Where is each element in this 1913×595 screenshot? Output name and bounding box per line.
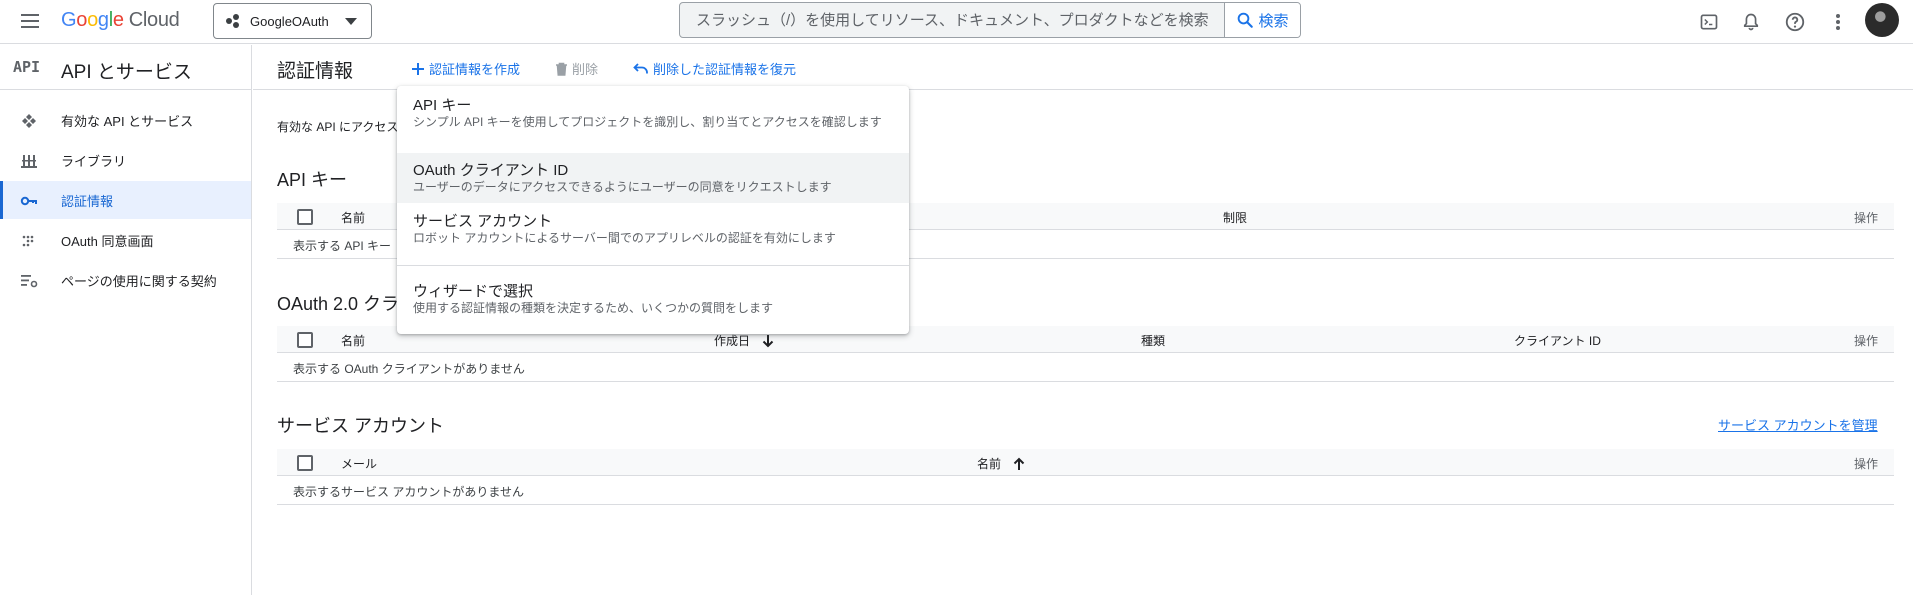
menu-item-description: ロボット アカウントによるサーバー間でのアプリレベルの認証を有効にします bbox=[413, 231, 836, 245]
menu-item-title: API キー bbox=[413, 97, 472, 114]
menu-item-wizard[interactable]: ウィザードで選択 使用する認証情報の種類を決定するため、いくつかの質問をします bbox=[397, 272, 909, 328]
create-credentials-button[interactable]: 認証情報を作成 bbox=[411, 59, 520, 78]
manage-service-accounts-link[interactable]: サービス アカウントを管理 bbox=[1718, 415, 1878, 434]
column-header-actions: 操作 bbox=[1853, 334, 1878, 348]
menu-item-description: ユーザーのデータにアクセスできるようにユーザーの同意をリクエストします bbox=[413, 180, 832, 194]
select-all-checkbox[interactable] bbox=[297, 209, 313, 225]
more-vert-icon[interactable] bbox=[1825, 9, 1851, 35]
empty-message: 表示する API キー bbox=[293, 239, 392, 253]
page-agreement-icon bbox=[21, 275, 38, 288]
column-header-name[interactable]: 名前 bbox=[977, 455, 1026, 472]
create-credentials-label: 認証情報を作成 bbox=[429, 62, 521, 77]
plus-icon bbox=[412, 62, 424, 75]
arrow-down-icon bbox=[763, 335, 774, 348]
sidebar-item-label: ページの使用に関する契約 bbox=[61, 273, 217, 289]
sidebar-item-page-agreements[interactable]: ページの使用に関する契約 bbox=[0, 261, 251, 299]
sidebar-item-enabled-apis[interactable]: 有効な API とサービス bbox=[0, 101, 251, 139]
bell-icon[interactable] bbox=[1738, 9, 1764, 35]
empty-message: 表示する OAuth クライアントがありません bbox=[293, 362, 525, 376]
empty-message: 表示するサービス アカウントがありません bbox=[293, 485, 524, 499]
sidebar-item-label: OAuth 同意画面 bbox=[61, 233, 154, 249]
menu-item-service-account[interactable]: サービス アカウント ロボット アカウントによるサーバー間でのアプリレベルの認証… bbox=[397, 203, 909, 257]
logo-cloud-text: Cloud bbox=[128, 9, 180, 31]
sidebar-item-label: 認証情報 bbox=[61, 193, 114, 209]
menu-item-description: シンプル API キーを使用してプロジェクトを識別し、割り当てとアクセスを確認し… bbox=[413, 115, 882, 129]
menu-item-title: ウィザードで選択 bbox=[413, 283, 534, 300]
api-keys-section-title: API キー bbox=[277, 170, 348, 190]
project-picker-button[interactable]: GoogleOAuth bbox=[213, 3, 372, 39]
restore-deleted-button[interactable]: 削除した認証情報を復元 bbox=[633, 59, 796, 78]
logo-letter: o bbox=[76, 9, 88, 31]
avatar[interactable] bbox=[1865, 3, 1899, 37]
library-icon bbox=[21, 155, 37, 168]
search-button[interactable]: 検索 bbox=[1224, 3, 1300, 37]
select-all-checkbox[interactable] bbox=[297, 332, 313, 348]
column-header-client-id[interactable]: クライアント ID bbox=[1514, 332, 1601, 349]
table-row: 表示するサービス アカウントがありません bbox=[277, 476, 1894, 505]
column-header-actions: 操作 bbox=[1853, 457, 1878, 471]
api-badge-icon: API bbox=[13, 58, 41, 76]
column-header-name[interactable]: 名前 bbox=[341, 332, 365, 349]
menu-item-title: OAuth クライアント ID bbox=[413, 162, 569, 179]
sidebar-item-label: 有効な API とサービス bbox=[61, 113, 194, 129]
oauth-clients-table: 名前 作成日 種類 クライアント ID 操作 表示する OAuth クライアント… bbox=[277, 326, 1894, 382]
column-header-actions: 操作 bbox=[1853, 211, 1878, 225]
create-credentials-menu: API キー シンプル API キーを使用してプロジェクトを識別し、割り当てとア… bbox=[397, 86, 909, 334]
page-title: 認証情報 bbox=[277, 61, 354, 82]
search-button-label: 検索 bbox=[1258, 12, 1289, 30]
logo-letter: g bbox=[97, 9, 109, 31]
search-icon bbox=[1238, 12, 1254, 28]
delete-button[interactable]: 削除 bbox=[555, 59, 598, 78]
service-accounts-table: メール 名前 操作 表示するサービス アカウントがありません bbox=[277, 449, 1894, 505]
project-name: GoogleOAuth bbox=[250, 13, 329, 29]
sidebar-item-oauth-consent[interactable]: OAuth 同意画面 bbox=[0, 221, 251, 259]
menu-item-description: 使用する認証情報の種類を決定するため、いくつかの質問をします bbox=[413, 301, 774, 315]
column-header-restrictions: 制限 bbox=[1223, 211, 1248, 225]
select-all-checkbox[interactable] bbox=[297, 455, 313, 471]
search-input[interactable] bbox=[680, 3, 1224, 37]
top-bar: GoogleCloud GoogleOAuth 検索 bbox=[0, 0, 1913, 44]
delete-label: 削除 bbox=[572, 62, 599, 77]
project-dots-icon bbox=[226, 14, 242, 28]
main-header: 認証情報 認証情報を作成 削除 削除した認証情報を復元 bbox=[253, 45, 1913, 90]
logo-letter: e bbox=[112, 9, 124, 31]
sidebar-item-library[interactable]: ライブラリ bbox=[0, 141, 251, 179]
sidebar: API API とサービス 有効な API とサービス ライブラリ 認証情報 O… bbox=[0, 45, 252, 595]
key-icon bbox=[20, 196, 37, 206]
column-header-name[interactable]: 名前 bbox=[341, 209, 365, 226]
service-accounts-section-title: サービス アカウント bbox=[277, 416, 445, 436]
sidebar-title: API とサービス bbox=[61, 62, 192, 83]
api-services-icon bbox=[22, 114, 36, 128]
sidebar-item-label: ライブラリ bbox=[61, 153, 127, 169]
caret-down-icon bbox=[345, 18, 357, 25]
arrow-up-icon bbox=[1014, 457, 1025, 470]
help-icon[interactable] bbox=[1782, 9, 1808, 35]
google-cloud-logo[interactable]: Google Cloud bbox=[61, 9, 180, 32]
column-header-created-label: 作成日 bbox=[714, 334, 751, 348]
restore-deleted-label: 削除した認証情報を復元 bbox=[653, 62, 797, 77]
column-header-email[interactable]: メール bbox=[341, 455, 377, 472]
menu-item-api-key[interactable]: API キー シンプル API キーを使用してプロジェクトを識別し、割り当てとア… bbox=[397, 86, 909, 153]
sidebar-item-credentials[interactable]: 認証情報 bbox=[0, 181, 251, 219]
cloud-shell-icon[interactable] bbox=[1696, 9, 1722, 35]
trash-icon bbox=[556, 62, 567, 76]
menu-item-oauth-client-id[interactable]: OAuth クライアント ID ユーザーのデータにアクセスできるようにユーザーの… bbox=[397, 153, 909, 203]
sidebar-header: API API とサービス bbox=[0, 45, 252, 90]
oauth-consent-icon bbox=[22, 235, 34, 247]
column-header-name-label: 名前 bbox=[977, 457, 1002, 471]
menu-icon[interactable] bbox=[18, 10, 44, 34]
menu-divider bbox=[397, 265, 909, 266]
search-bar: 検索 bbox=[679, 2, 1301, 38]
logo-letter: o bbox=[87, 9, 98, 31]
menu-item-title: サービス アカウント bbox=[413, 213, 553, 230]
table-row: 表示する OAuth クライアントがありません bbox=[277, 353, 1894, 382]
table-header: メール 名前 操作 bbox=[277, 449, 1894, 476]
column-header-created[interactable]: 作成日 bbox=[714, 332, 775, 349]
undo-icon bbox=[633, 63, 648, 74]
logo-letter: G bbox=[61, 9, 77, 31]
oauth-section-title: OAuth 2.0 クラ bbox=[277, 294, 400, 314]
column-header-type[interactable]: 種類 bbox=[1141, 332, 1165, 349]
intro-text: 有効な API にアクセス bbox=[277, 120, 399, 134]
